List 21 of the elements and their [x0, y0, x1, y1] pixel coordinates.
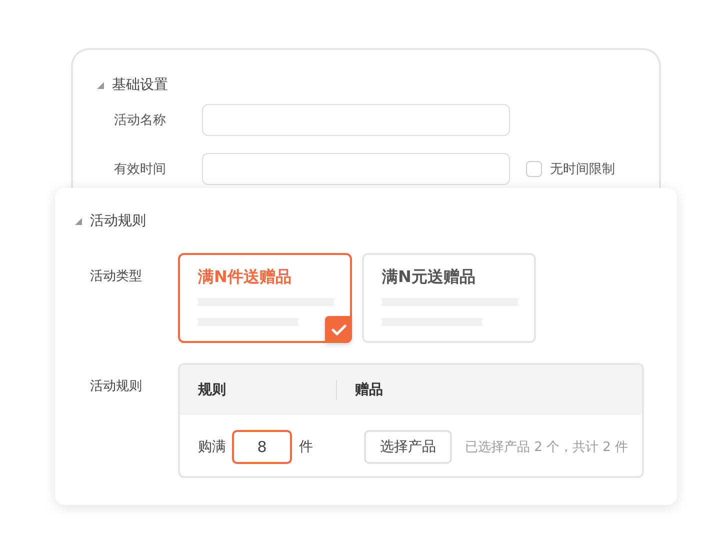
check-icon — [325, 316, 352, 343]
field-label: 活动名称 — [114, 112, 167, 129]
select-product-button[interactable]: 选择产品 — [364, 430, 452, 464]
quantity-unit: 件 — [299, 438, 313, 456]
field-label: 有效时间 — [114, 161, 167, 178]
section-title: 活动规则 — [90, 212, 146, 230]
quantity-field[interactable]: 8 — [232, 430, 292, 464]
field-label: 活动类型 — [89, 268, 143, 285]
input-field[interactable] — [202, 153, 510, 185]
checkbox-label: 无时间限制 — [550, 161, 615, 178]
column-header: 规则 — [196, 381, 227, 399]
selection-summary: 已选择产品 2 个，共计 2 件 — [465, 438, 628, 456]
section-title: 基础设置 — [112, 76, 168, 94]
field-label: 活动规则 — [89, 378, 143, 395]
triangle-icon[interactable] — [75, 218, 82, 224]
quantity-prefix: 购满 — [198, 438, 226, 456]
triangle-icon[interactable] — [97, 82, 104, 88]
checkbox[interactable] — [526, 161, 542, 177]
input-field[interactable] — [202, 104, 510, 136]
activity-type-option[interactable]: 满N元送赠品 — [362, 253, 536, 343]
column-header: 赠品 — [354, 381, 383, 399]
